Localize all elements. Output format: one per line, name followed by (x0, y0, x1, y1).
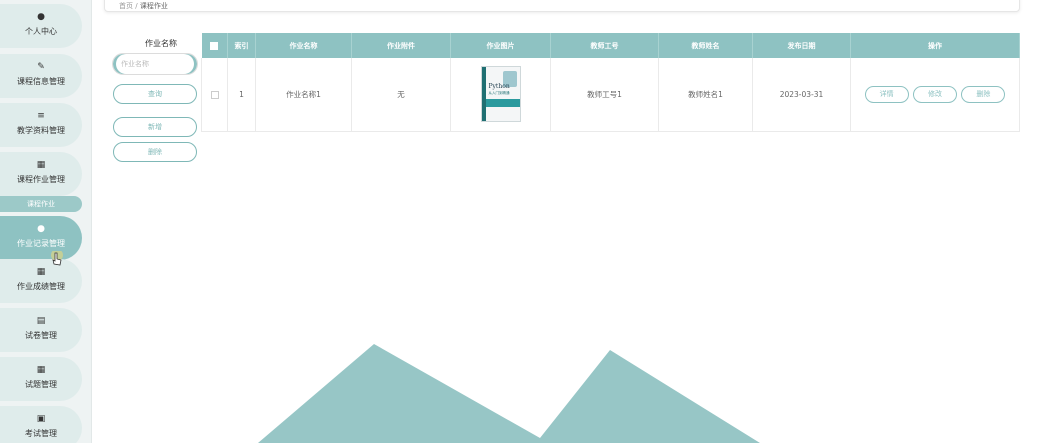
cell-attachment: 无 (351, 58, 451, 132)
sidebar-item-homework-grades[interactable]: ▦ 作业成绩管理 (0, 259, 82, 303)
sidebar-item-course-homework[interactable]: ▦ 课程作业管理 (0, 152, 82, 196)
sidebar-item-exams[interactable]: ▣ 考试管理 (0, 406, 82, 443)
row-checkbox[interactable] (210, 90, 219, 99)
sidebar-item-label: 试卷管理 (25, 331, 57, 340)
book-title: Python (488, 83, 510, 91)
homework-name-search-input[interactable] (112, 53, 198, 75)
list-icon: ≡ (37, 111, 45, 121)
sidebar-item-label: 试题管理 (25, 380, 57, 389)
column-header: 操作 (850, 33, 1020, 58)
sidebar-item-exam-papers[interactable]: ▤ 试卷管理 (0, 308, 82, 352)
cell-teacher-name: 教师姓名1 (658, 58, 753, 132)
sidebar-item-course-info[interactable]: ✎ 课程信息管理 (0, 54, 82, 98)
sidebar-item-label: 课程信息管理 (17, 77, 65, 86)
column-header: 教师工号 (550, 33, 659, 58)
column-header: 作业名称 (255, 33, 352, 58)
select-all-checkbox[interactable] (210, 41, 219, 50)
watermark: CSDN @QQ511008285 (847, 416, 996, 432)
cell-publish-date: 2023-03-31 (752, 58, 851, 132)
sidebar-item-label: 个人中心 (25, 27, 57, 36)
sidebar-item-personal-center[interactable]: ● 个人中心 (0, 4, 82, 48)
sidebar-item-teaching-materials[interactable]: ≡ 教学资料管理 (0, 103, 82, 147)
query-button[interactable]: 查询 (113, 84, 197, 104)
edit-button[interactable]: 修改 (913, 85, 957, 103)
book-subtitle: 从入门到精通 (488, 91, 510, 96)
pencil-icon: ✎ (37, 62, 45, 72)
cell-index: 1 (227, 58, 256, 132)
select-all-cell[interactable] (201, 33, 228, 58)
sidebar-item-label: 教学资料管理 (17, 126, 65, 135)
pin-icon: ● (37, 224, 45, 234)
sidebar-item-label: 课程作业管理 (17, 175, 65, 184)
user-icon: ● (37, 12, 45, 22)
briefcase-icon: ▤ (36, 316, 46, 326)
cell-teacher-id: 教师工号1 (550, 58, 659, 132)
homework-records-table: 索引 作业名称 作业附件 作业图片 教师工号 教师姓名 发布日期 操作 1 作业… (201, 33, 1020, 132)
grid-icon: ▦ (36, 160, 46, 170)
column-header: 发布日期 (752, 33, 851, 58)
breadcrumb-home[interactable]: 首页 (119, 2, 133, 10)
edit-icon: ▣ (36, 414, 46, 424)
breadcrumb-current: 课程作业 (139, 2, 168, 10)
grid-icon: ▦ (36, 365, 46, 375)
sidebar-item-label: 考试管理 (25, 429, 57, 438)
sidebar-item-label: 作业记录管理 (17, 239, 65, 248)
sidebar-subitem-course-homework[interactable]: 课程作业 (0, 196, 82, 212)
cell-homework-name: 作业名称1 (255, 58, 352, 132)
sidebar-item-label: 作业成绩管理 (17, 282, 65, 291)
column-header: 作业图片 (450, 33, 551, 58)
grid-icon: ▦ (36, 267, 46, 277)
table-header-row: 索引 作业名称 作业附件 作业图片 教师工号 教师姓名 发布日期 操作 (201, 33, 1020, 58)
column-header: 教师姓名 (658, 33, 753, 58)
details-button[interactable]: 详情 (864, 85, 909, 103)
row-select-cell[interactable] (201, 58, 228, 132)
table-row: 1 作业名称1 无 Python 从入门到精通 教师工号1 教师姓名1 2023… (201, 58, 1020, 132)
breadcrumb: 首页 / 课程作业 (104, 0, 1020, 12)
cell-homework-image: Python 从入门到精通 (450, 58, 551, 132)
sidebar-item-homework-records[interactable]: ● 作业记录管理 (0, 216, 82, 260)
cell-actions: 详情 修改 删除 (850, 58, 1020, 132)
search-field-label: 作业名称 (145, 39, 177, 48)
column-header: 索引 (227, 33, 256, 58)
add-button[interactable]: 新增 (113, 117, 197, 137)
batch-delete-button[interactable]: 删除 (113, 142, 197, 162)
sidebar: ● 个人中心 ✎ 课程信息管理 ≡ 教学资料管理 ▦ 课程作业管理 课程作业 ●… (0, 0, 92, 443)
hand-cursor-icon (51, 251, 63, 266)
book-cover-image[interactable]: Python 从入门到精通 (480, 66, 521, 123)
column-header: 作业附件 (351, 33, 451, 58)
delete-button[interactable]: 删除 (961, 85, 1006, 103)
sidebar-item-exam-questions[interactable]: ▦ 试题管理 (0, 357, 82, 401)
